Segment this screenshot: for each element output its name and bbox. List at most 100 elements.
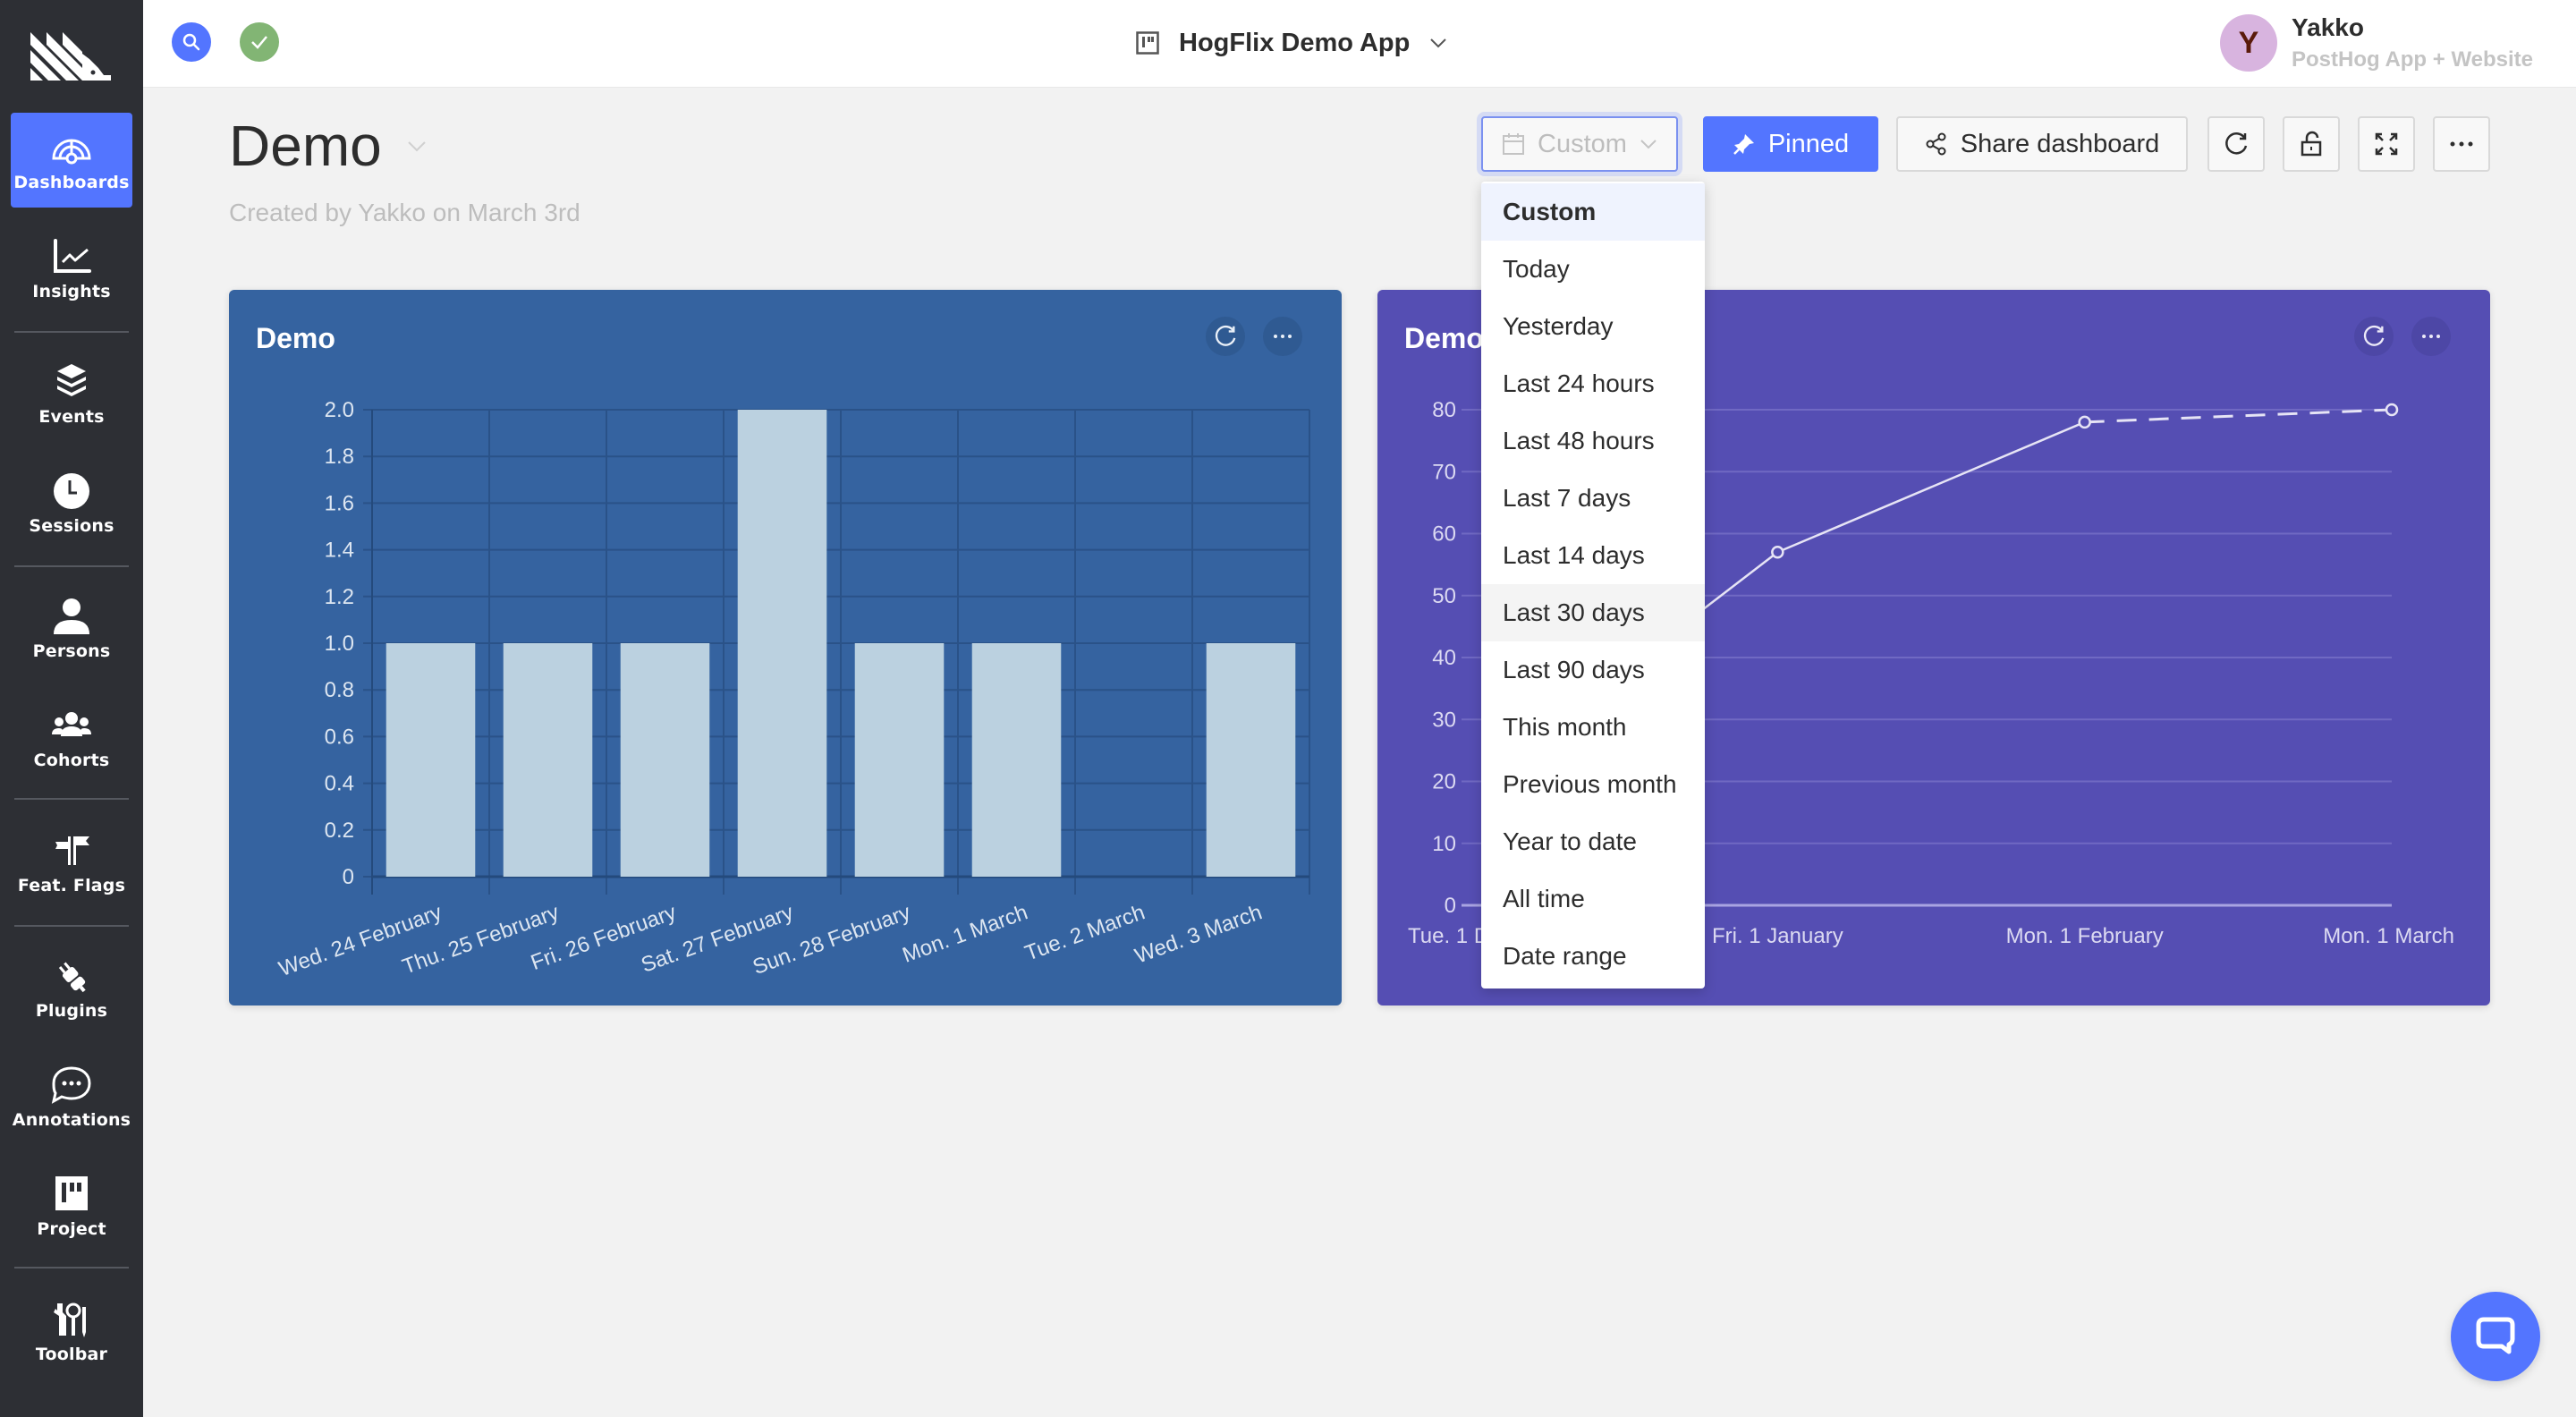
plug-icon bbox=[58, 962, 86, 993]
sidebar-item-plugins[interactable]: Plugins bbox=[11, 941, 132, 1036]
user-menu[interactable]: Y Yakko PostHog App + Website bbox=[2220, 13, 2533, 72]
x-tick-label: Wed. 3 March bbox=[1131, 900, 1265, 968]
refresh-button[interactable] bbox=[2207, 116, 2265, 172]
sidebar-item-feature-flags[interactable]: Feat. Flags bbox=[11, 816, 132, 911]
date-option-last-48-hours[interactable]: Last 48 hours bbox=[1481, 412, 1705, 470]
sidebar-item-label: Feat. Flags bbox=[17, 876, 126, 895]
project-board-icon bbox=[1136, 31, 1159, 55]
x-tick-label: Tue. 1 D bbox=[1408, 924, 1489, 948]
date-option-last-90-days[interactable]: Last 90 days bbox=[1481, 641, 1705, 699]
more-horizontal-icon bbox=[2450, 141, 2473, 147]
project-switcher[interactable]: HogFlix Demo App bbox=[1136, 25, 1447, 61]
y-tick-label: 30 bbox=[1432, 708, 1456, 732]
date-option-all-time[interactable]: All time bbox=[1481, 870, 1705, 928]
bar bbox=[620, 643, 710, 877]
line-segment-partial bbox=[2084, 408, 2393, 424]
help-chat-button[interactable] bbox=[2451, 1292, 2540, 1381]
sidebar: Dashboards Insights Events Sessions Pers… bbox=[0, 0, 143, 1417]
date-option-last-24-hours[interactable]: Last 24 hours bbox=[1481, 355, 1705, 412]
date-option-today[interactable]: Today bbox=[1481, 241, 1705, 298]
checkmark-icon bbox=[251, 36, 267, 49]
chevron-down-icon bbox=[1430, 38, 1447, 48]
status-check-button[interactable] bbox=[240, 22, 279, 62]
y-tick-label: 50 bbox=[1432, 584, 1456, 608]
sidebar-item-label: Sessions bbox=[29, 516, 114, 536]
y-tick-label: 20 bbox=[1432, 770, 1456, 794]
sidebar-item-label: Project bbox=[37, 1219, 106, 1239]
sidebar-divider bbox=[14, 798, 129, 800]
date-filter-dropdown: Custom Today Yesterday Last 24 hours Last 48… bbox=[1481, 182, 1705, 989]
bar bbox=[386, 643, 476, 877]
sidebar-divider bbox=[14, 1267, 129, 1269]
bar bbox=[503, 643, 593, 877]
date-option-last-30-days[interactable]: Last 30 days bbox=[1481, 584, 1705, 641]
date-option-year-to-date[interactable]: Year to date bbox=[1481, 813, 1705, 870]
sidebar-item-persons[interactable]: Persons bbox=[11, 581, 132, 676]
sidebar-item-project[interactable]: Project bbox=[11, 1159, 132, 1254]
x-tick-label: Mon. 1 February bbox=[2006, 924, 2164, 948]
search-icon bbox=[182, 33, 200, 51]
line-segment bbox=[1776, 420, 2086, 554]
date-option-custom[interactable]: Custom bbox=[1481, 183, 1705, 241]
sidebar-item-label: Events bbox=[38, 407, 105, 427]
insight-card-bar: Demo 0 0.2 0.4 0.6 0.8 1.0 1.2 1.4 1.6 1.8 2.0 Wed.… bbox=[229, 290, 1342, 1005]
fullscreen-button[interactable] bbox=[2358, 116, 2415, 172]
posthog-logo[interactable] bbox=[30, 32, 111, 81]
sidebar-item-label: Annotations bbox=[12, 1110, 131, 1130]
date-option-date-range[interactable]: Date range bbox=[1481, 928, 1705, 985]
y-tick-label: 1.0 bbox=[325, 632, 354, 656]
calendar-icon bbox=[1503, 133, 1525, 155]
line-chart-icon bbox=[54, 239, 91, 273]
share-icon bbox=[1926, 132, 1946, 156]
sidebar-item-annotations[interactable]: Annotations bbox=[11, 1050, 132, 1145]
sidebar-item-toolbar[interactable]: Toolbar bbox=[11, 1285, 132, 1379]
lock-toggle-button[interactable] bbox=[2283, 116, 2340, 172]
sidebar-item-label: Insights bbox=[32, 282, 111, 301]
pinned-button[interactable]: Pinned bbox=[1703, 116, 1878, 172]
more-options-button[interactable] bbox=[2433, 116, 2490, 172]
clock-icon bbox=[54, 473, 89, 509]
y-tick-label: 1.8 bbox=[325, 445, 354, 469]
date-option-previous-month[interactable]: Previous month bbox=[1481, 756, 1705, 813]
chat-bubble-icon bbox=[2476, 1317, 2515, 1354]
date-option-yesterday[interactable]: Yesterday bbox=[1481, 298, 1705, 355]
tools-icon bbox=[54, 1302, 86, 1337]
sidebar-divider bbox=[14, 331, 129, 333]
dashboard-title-switcher[interactable]: Demo bbox=[229, 113, 427, 179]
y-tick-label: 0.4 bbox=[325, 772, 354, 796]
sidebar-item-label: Persons bbox=[32, 641, 111, 661]
bar bbox=[854, 643, 945, 877]
sidebar-item-insights[interactable]: Insights bbox=[11, 222, 132, 317]
dashboard-gauge-icon bbox=[52, 139, 91, 165]
expand-icon bbox=[2375, 132, 2398, 156]
user-name: Yakko bbox=[2292, 13, 2364, 41]
y-tick-label: 1.6 bbox=[325, 491, 354, 515]
bar-chart: 00.20.40.60.81.01.21.41.61.82.0Wed. 24 F… bbox=[275, 398, 1310, 981]
sidebar-item-dashboards[interactable]: Dashboards bbox=[11, 113, 132, 208]
y-tick-label: 0 bbox=[1445, 894, 1456, 918]
pinned-label: Pinned bbox=[1767, 129, 1850, 158]
pin-icon bbox=[1733, 134, 1754, 155]
chevron-down-icon bbox=[1640, 140, 1657, 149]
dashboard-created-info: Created by Yakko on March 3rd bbox=[229, 199, 580, 226]
chat-bubble-icon bbox=[51, 1066, 91, 1104]
sidebar-item-sessions[interactable]: Sessions bbox=[11, 456, 132, 551]
sidebar-item-cohorts[interactable]: Cohorts bbox=[11, 691, 132, 785]
x-tick-label: Mon. 1 March bbox=[2323, 924, 2454, 948]
date-option-last-14-days[interactable]: Last 14 days bbox=[1481, 527, 1705, 584]
bar bbox=[737, 410, 827, 877]
person-icon bbox=[54, 598, 89, 634]
sidebar-item-events[interactable]: Events bbox=[11, 347, 132, 442]
search-button[interactable] bbox=[172, 22, 211, 62]
date-filter-select[interactable]: Custom bbox=[1481, 116, 1678, 172]
date-option-last-7-days[interactable]: Last 7 days bbox=[1481, 470, 1705, 527]
sidebar-divider bbox=[14, 565, 129, 567]
share-dashboard-button[interactable]: Share dashboard bbox=[1896, 116, 2188, 172]
y-tick-label: 60 bbox=[1432, 522, 1456, 547]
sidebar-item-label: Dashboards bbox=[13, 173, 130, 192]
date-option-this-month[interactable]: This month bbox=[1481, 699, 1705, 756]
y-tick-label: 1.4 bbox=[325, 539, 354, 563]
y-tick-label: 10 bbox=[1432, 832, 1456, 856]
y-tick-label: 1.2 bbox=[325, 585, 354, 609]
y-tick-label: 80 bbox=[1432, 398, 1456, 422]
